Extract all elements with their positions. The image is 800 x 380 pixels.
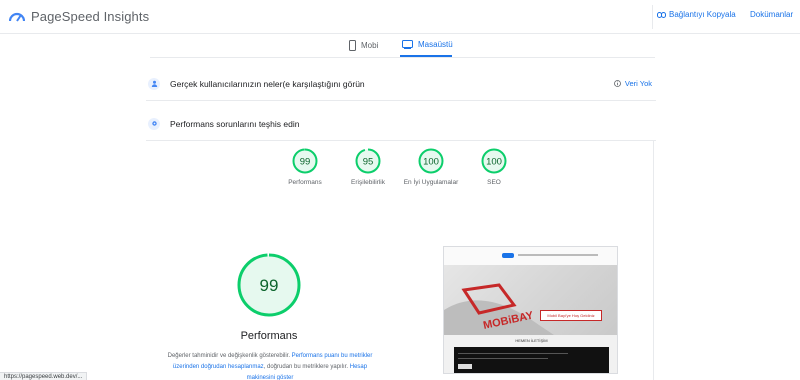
score-gauges: 99 Performans 95 Erişilebilirlik 100 En … <box>0 148 800 198</box>
score-ring: 95 <box>355 148 381 174</box>
page-screenshot[interactable]: MOBiBAY Mobil Bayi'ye Hoş Geldiniz HEMEN… <box>443 246 618 374</box>
docs-label: Dokümanlar <box>750 10 794 19</box>
copy-link-label: Bağlantıyı Kopyala <box>669 10 736 19</box>
score-ring: 99 <box>292 148 318 174</box>
active-tab-indicator <box>400 55 452 57</box>
thumb-hero: MOBiBAY Mobil Bayi'ye Hoş Geldiniz <box>444 265 617 335</box>
score-description: Değerler tahminidir ve değişkenlik göste… <box>165 351 375 380</box>
header-divider <box>652 5 653 29</box>
score-calc-link-2[interactable]: hesaplanmaz <box>228 364 264 370</box>
description-text-2: , doğrudan bu metriklere yapılır. <box>263 364 349 370</box>
copy-link-button[interactable]: Bağlantıyı Kopyala <box>657 10 736 19</box>
score-value: 95 <box>363 157 374 168</box>
score-value: 100 <box>423 157 439 168</box>
main-score-value: 99 <box>260 276 279 295</box>
pagespeed-icon <box>9 12 25 22</box>
main-performance-gauge: 99 <box>236 252 302 318</box>
thumb-hero-art: MOBiBAY <box>444 283 554 335</box>
diagnose-icon <box>148 117 160 130</box>
tab-mobile[interactable]: Mobi <box>349 40 378 51</box>
desktop-icon <box>402 40 413 49</box>
docs-link[interactable]: Dokümanlar <box>750 10 793 19</box>
gauge-seo[interactable]: 100 SEO <box>454 148 534 186</box>
field-data-title: Gerçek kullanıcılarınızın neler(e karşıl… <box>170 78 365 89</box>
brand-name: PageSpeed Insights <box>31 9 150 24</box>
no-data-indicator: Veri Yok <box>613 79 652 88</box>
diagnose-section[interactable]: Performans sorunlarını teşhis edin <box>146 107 656 141</box>
thumb-hero-text: Mobil Bayi'ye Hoş Geldiniz <box>540 310 602 321</box>
tabs-divider <box>150 57 655 58</box>
tab-desktop[interactable]: Masaüstü <box>402 40 453 49</box>
pagespeed-logo[interactable]: PageSpeed Insights <box>9 9 149 24</box>
score-value: 99 <box>300 157 311 168</box>
diagnose-title: Performans sorunlarını teşhis edin <box>170 118 300 129</box>
description-text: Değerler tahminidir ve değişkenlik göste… <box>167 353 292 359</box>
phone-icon <box>349 40 356 51</box>
thumb-section-title: HEMEN İLETİŞİM <box>515 338 548 343</box>
score-ring: 100 <box>481 148 507 174</box>
users-icon <box>148 77 160 90</box>
link-icon <box>657 11 666 18</box>
field-data-section[interactable]: Gerçek kullanıcılarınızın neler(e karşıl… <box>146 67 656 101</box>
main-score-ring: 99 <box>237 253 301 317</box>
tab-desktop-label: Masaüstü <box>418 40 453 49</box>
tab-mobile-label: Mobi <box>361 41 379 50</box>
thumb-navbar <box>444 247 617 265</box>
top-bar: PageSpeed Insights Bağlantıyı Kopyala Do… <box>0 0 800 34</box>
gauge-label: SEO <box>487 179 501 186</box>
score-value: 100 <box>486 157 502 168</box>
info-icon <box>613 80 621 87</box>
score-ring: 100 <box>418 148 444 174</box>
no-data-label: Veri Yok <box>624 79 652 88</box>
thumb-dark-block <box>454 347 609 373</box>
status-url-bar: https://pagespeed.web.dev/... <box>0 372 88 380</box>
main-score-title: Performans <box>240 330 298 342</box>
